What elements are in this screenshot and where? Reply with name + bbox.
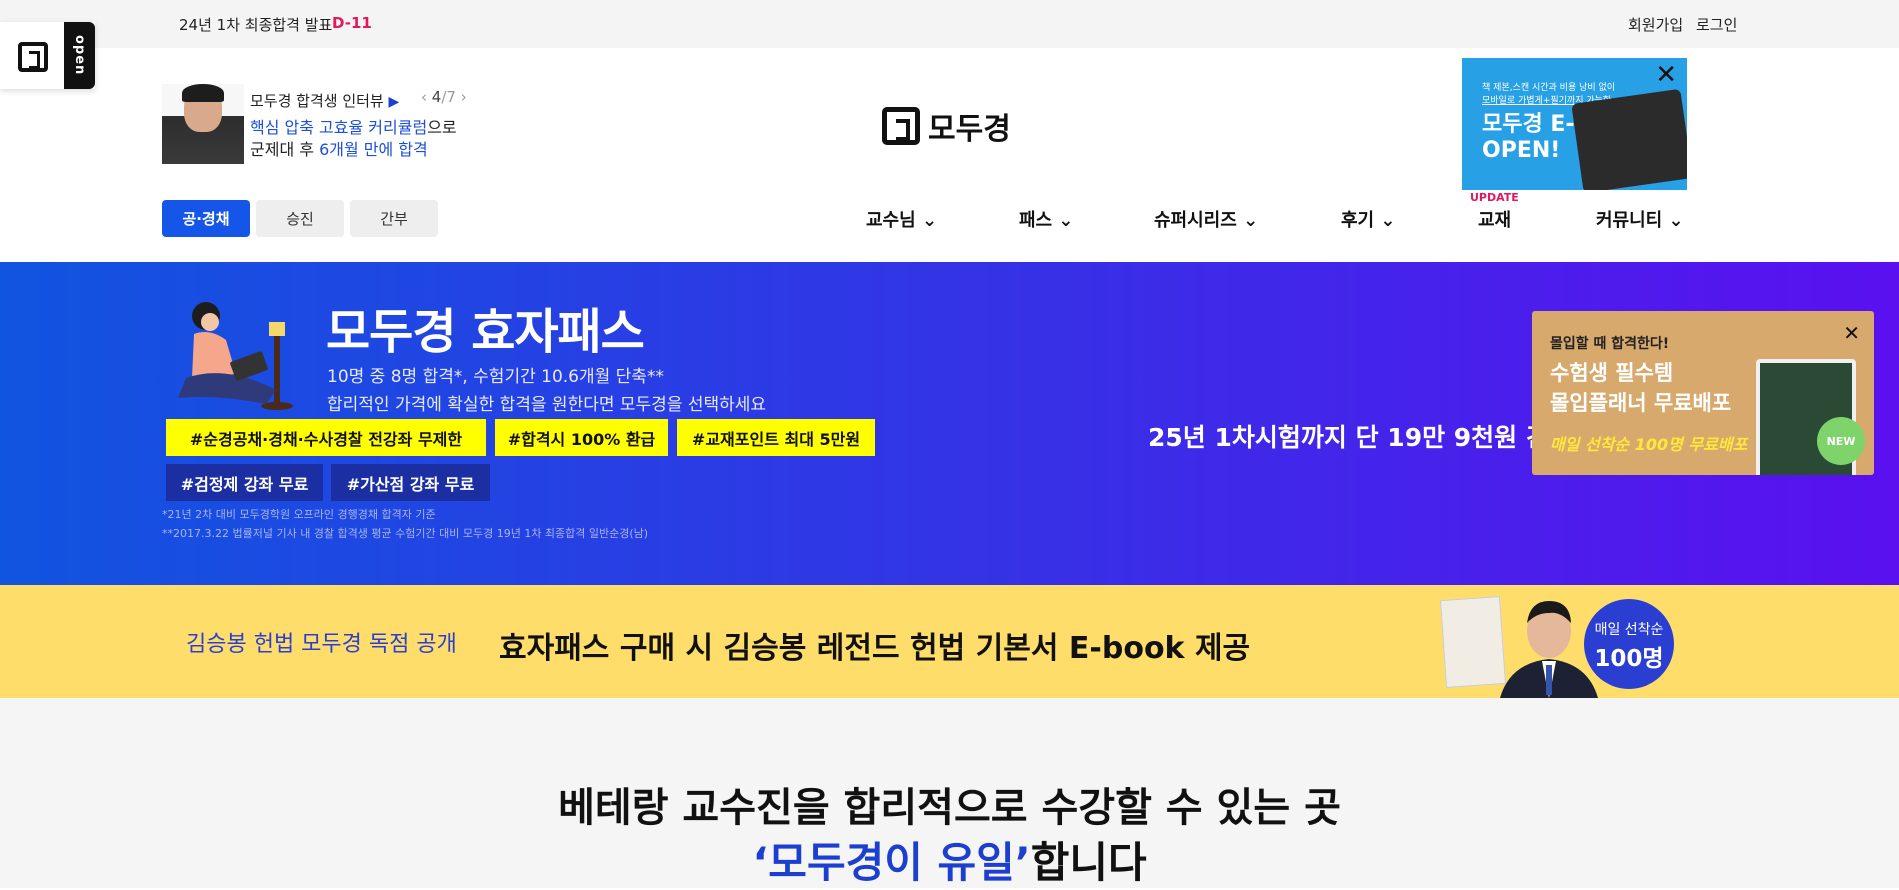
hero-tag: #교재포인트 최대 5만원 [677,419,875,456]
planner-line3: 몰입플래너 무료배포 [1550,391,1732,415]
hero-tag: #합격시 100% 환급 [495,419,668,456]
ebook-ad[interactable]: 책 제본,스캔 시간과 비용 낭비 없이 모바일로 가볍게+필기까지 가능한 모… [1462,58,1687,190]
section-heading-line1: 베테랑 교수진을 합리적으로 수강할 수 있는 곳 [558,785,1341,831]
section-heading-line2: ‘모두경이 유일’합니다 [752,838,1147,887]
dday-badge: D-11 [332,14,372,32]
tablet-image [1571,88,1687,190]
interview-line2: 군제대 후 6개월 만에 합격 [250,140,428,159]
hero-tag-dark: #검정제 강좌 무료 [166,464,323,501]
hero-tag-dark: #가산점 강좌 무료 [331,464,490,501]
hero-tag: #순경공채·경채·수사경찰 전강좌 무제한 [166,419,486,456]
top-notice-bar: 24년 1차 최종합격 발표 D-11 회원가입 로그인 [0,0,1899,48]
nav-textbooks[interactable]: 교재 [1478,206,1511,232]
signup-link[interactable]: 회원가입 [1628,14,1683,35]
main-nav: 교수님 ⌄ 패스 ⌄ 슈퍼시리즈 ⌄ 후기 ⌄ UPDATE 교재 커뮤니티 ⌄ [0,191,1899,236]
result-notice[interactable]: 24년 1차 최종합격 발표 [179,14,332,35]
open-badge[interactable]: open [0,22,95,89]
pager-current: 4 [431,88,442,106]
modugyeong-logo-icon [18,42,48,72]
chevron-down-icon: ⌄ [1662,210,1684,231]
update-badge: UPDATE [1470,191,1519,204]
student-photo [162,84,244,164]
chevron-down-icon: ⌄ [1052,210,1074,231]
studying-woman-illustration [178,302,293,410]
nav-community[interactable]: 커뮤니티 ⌄ [1596,206,1684,232]
interview-title: 모두경 합격생 인터뷰 ▶ [250,92,400,110]
pager-total: /7 [441,88,456,106]
hero-promo: 25년 1차시험까지 단 19만 9천원 긴 [1148,423,1549,452]
nav-pass[interactable]: 패스 ⌄ [1019,206,1073,232]
login-link[interactable]: 로그인 [1696,14,1737,35]
nav-reviews[interactable]: 후기 ⌄ [1341,206,1395,232]
ebook-small1: 책 제본,스캔 시간과 비용 낭비 없이 [1482,83,1616,93]
logo-mark-icon [882,107,920,145]
planner-line1: 몰입할 때 합격한다! [1550,336,1670,352]
open-tab[interactable]: open [64,22,95,89]
logo-text: 모두경 [928,112,1011,147]
ebook-promo-band[interactable]: 김승봉 헌법 모두경 독점 공개 효자패스 구매 시 김승봉 레전드 헌법 기본… [0,585,1899,698]
interview-pager: ‹ 4/7 › [421,88,467,106]
daily-first-come-badge: 매일 선착순 100명 [1584,599,1674,689]
chevron-down-icon: ⌄ [915,210,938,231]
play-icon[interactable]: ▶ [389,94,400,110]
hero-title: 모두경 효자패스 [326,304,645,360]
nav-professors[interactable]: 교수님 ⌄ [866,206,937,232]
planner-popup[interactable]: 몰입할 때 합격한다! 수험생 필수템 몰입플래너 무료배포 매일 선착순 10… [1532,311,1874,475]
chevron-down-icon: ⌄ [1236,210,1259,231]
interview-line1: 핵심 압축 고효율 커리큘럼으로 [250,118,457,137]
chevron-down-icon: ⌄ [1374,210,1396,231]
planner-line2: 수험생 필수템 [1550,361,1674,385]
new-badge: NEW [1817,417,1865,465]
next-arrow-icon[interactable]: › [461,88,467,106]
close-icon[interactable]: ✕ [1655,62,1677,88]
planner-line4: 매일 선착순 100명 무료배포 [1550,435,1748,454]
band-left-text: 김승봉 헌법 모두경 독점 공개 [186,632,457,657]
hero-sub2: 합리적인 가격에 확실한 합격을 원한다면 모두경을 선택하세요 [327,395,767,415]
nav-super-series[interactable]: 슈퍼시리즈 ⌄ [1154,206,1258,232]
lower-section: 베테랑 교수진을 합리적으로 수강할 수 있는 곳 ‘모두경이 유일’합니다 [0,698,1899,888]
close-icon[interactable]: ✕ [1843,321,1860,345]
hero-footnote1: *21년 2차 대비 모두경학원 오프라인 경행경채 합격자 기준 [162,508,436,521]
hero-sub1: 10명 중 8명 합격*, 수험기간 10.6개월 단축** [327,367,664,387]
site-logo[interactable]: 모두경 [882,104,1011,148]
prev-arrow-icon[interactable]: ‹ [421,88,427,106]
hero-footnote2: **2017.3.22 법률저널 기사 내 경찰 합격생 평균 수험기간 대비 … [162,527,649,540]
band-main-text: 효자패스 구매 시 김승봉 레전드 헌법 기본서 E-book 제공 [499,631,1251,666]
